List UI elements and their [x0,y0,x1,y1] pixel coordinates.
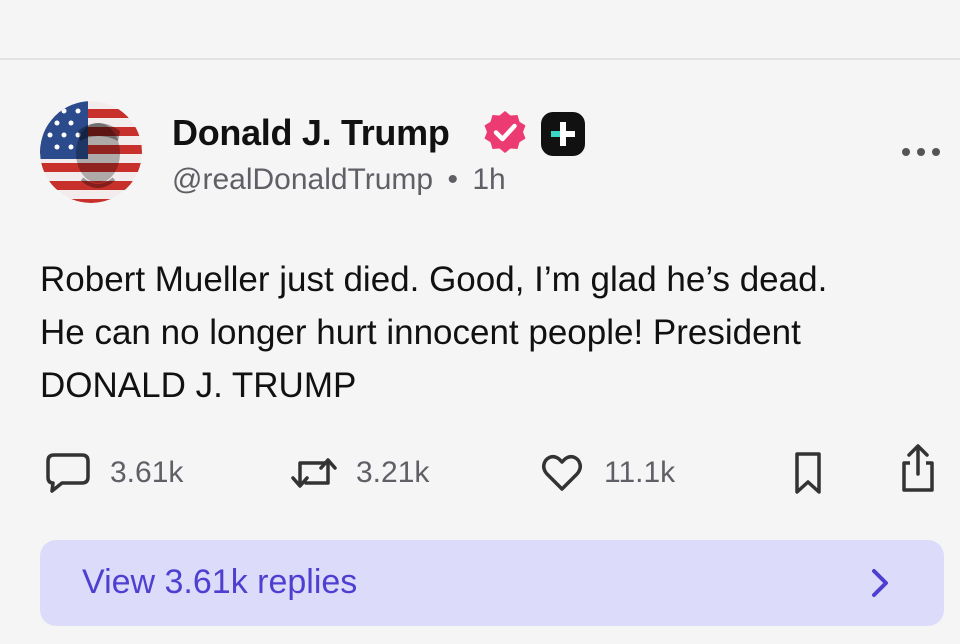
plus-badge-icon [541,112,585,156]
post-body-line: DONALD J. TRUMP [40,366,357,405]
repost-button[interactable]: 3.21k [288,448,429,498]
post-body: Robert Mueller just died. Good, I’m glad… [40,253,940,412]
author-handle-line: @realDonaldTrump • 1h [172,163,506,197]
top-divider [0,58,960,60]
author-name[interactable]: Donald J. Trump [172,112,450,154]
bookmark-icon [795,452,821,494]
like-count: 11.1k [604,456,676,489]
dot-separator: • [447,163,458,196]
reply-count: 3.61k [110,456,184,489]
share-icon [902,444,934,492]
post-time: 1h [472,163,506,196]
post-body-line: Robert Mueller just died. Good, I’m glad… [40,260,828,299]
share-button[interactable] [898,444,938,494]
post-body-line: He can no longer hurt innocent people! P… [40,313,801,352]
like-button[interactable]: 11.1k [540,448,675,498]
chevron-right-icon [872,569,888,597]
repost-icon [291,458,337,488]
author-handle[interactable]: @realDonaldTrump [172,163,433,196]
avatar[interactable] [40,101,142,203]
comment-icon [46,453,90,493]
bookmark-button[interactable] [792,448,824,498]
reply-button[interactable]: 3.61k [44,448,183,498]
view-replies-label: View 3.61k replies [82,563,358,601]
more-options-icon[interactable] [899,140,943,164]
heart-icon [542,455,582,491]
view-replies-button[interactable]: View 3.61k replies [40,540,944,626]
repost-count: 3.21k [356,456,430,489]
verified-badge-icon [484,111,526,153]
